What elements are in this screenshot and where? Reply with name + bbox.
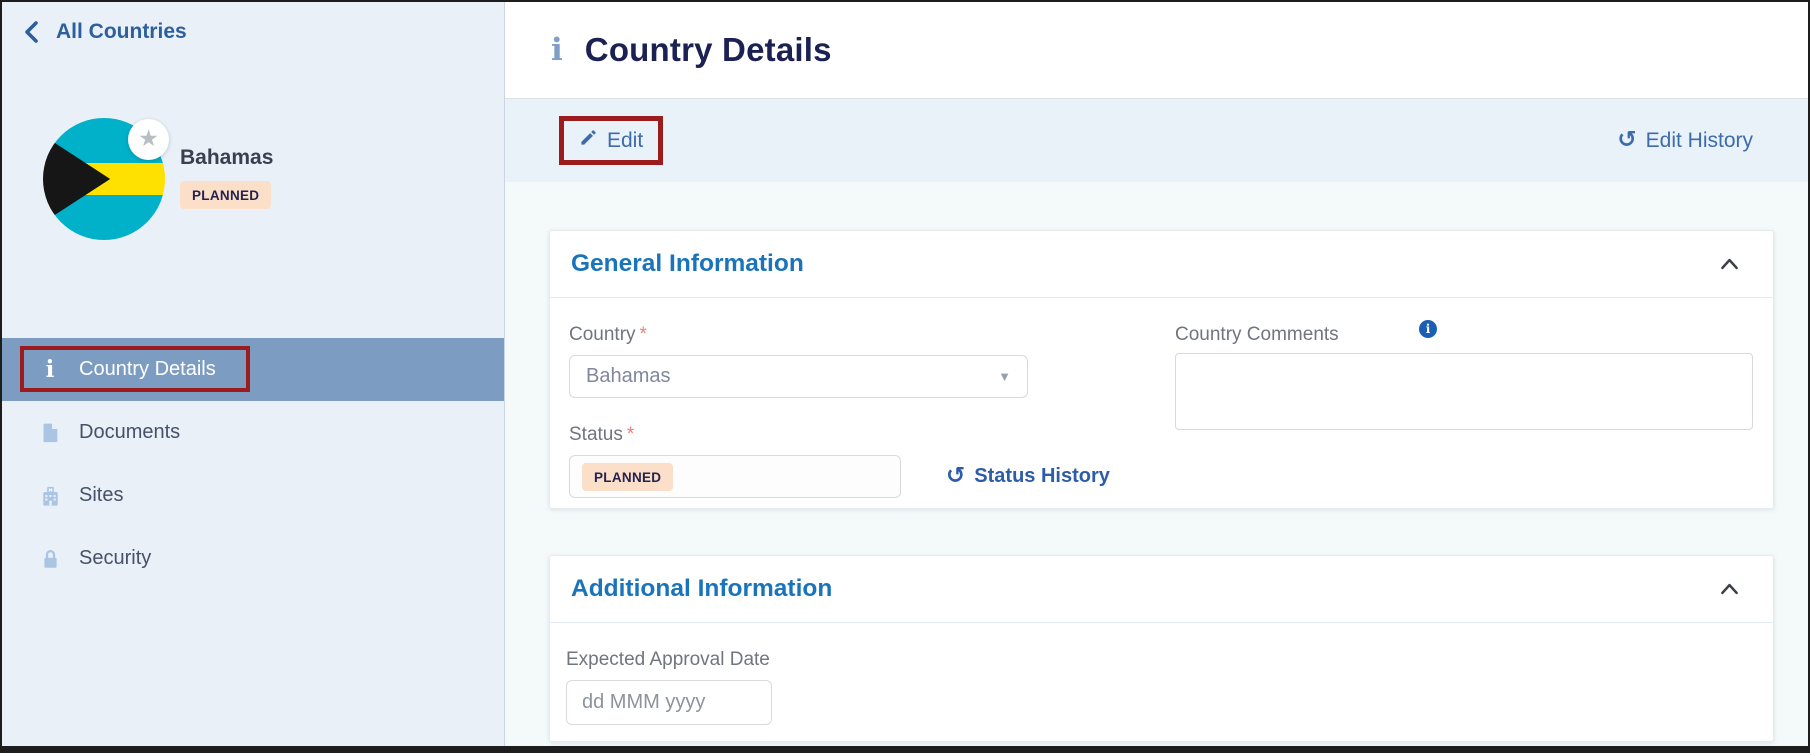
status-field-label: Status* xyxy=(569,424,1175,446)
expected-approval-date-input[interactable] xyxy=(566,680,772,725)
lock-icon xyxy=(38,547,62,571)
history-icon: ↺ xyxy=(946,464,965,487)
toolbar: Edit ↺ Edit History xyxy=(505,99,1808,182)
main-panel: i Country Details Edit ↺ Edit History xyxy=(505,2,1808,746)
bahamas-flag-avatar: ★ xyxy=(43,118,165,240)
back-link-label: All Countries xyxy=(56,20,187,44)
sidebar-item-sites[interactable]: Sites xyxy=(2,464,504,527)
sidebar-item-label: Sites xyxy=(79,484,123,507)
edit-button-label: Edit xyxy=(607,129,643,153)
country-select-value: Bahamas xyxy=(586,365,671,388)
sidebar-item-country-details[interactable]: i Country Details xyxy=(2,338,504,401)
sidebar-item-documents[interactable]: Documents xyxy=(2,401,504,464)
edit-history-button[interactable]: ↺ Edit History xyxy=(1617,129,1753,153)
pencil-icon xyxy=(579,128,598,153)
country-profile: ★ Bahamas PLANNED xyxy=(43,118,165,240)
annotation-box-edit: Edit xyxy=(559,116,663,165)
sidebar-nav: i Country Details Documents xyxy=(2,338,504,590)
required-marker: * xyxy=(627,424,634,445)
country-select[interactable]: Bahamas ▼ xyxy=(569,355,1028,398)
status-value-badge: PLANNED xyxy=(582,463,673,491)
content-area: General Information Country* Bahamas ▼ xyxy=(505,182,1808,746)
flag-black-triangle xyxy=(43,131,110,226)
section-title-general-information: General Information xyxy=(571,250,804,278)
country-comments-label: Country Comments xyxy=(1175,324,1339,346)
status-badge: PLANNED xyxy=(180,181,271,209)
status-history-label: Status History xyxy=(974,465,1110,488)
general-information-card: General Information Country* Bahamas ▼ xyxy=(549,230,1774,509)
info-icon: i xyxy=(551,32,563,68)
status-field: PLANNED xyxy=(569,455,901,498)
additional-information-card: Additional Information Expected Approval… xyxy=(549,555,1774,742)
status-history-button[interactable]: ↺ Status History xyxy=(946,465,1110,488)
app-window: All Countries ★ Bahamas PLANNED i Countr… xyxy=(0,0,1810,753)
country-comments-textarea[interactable] xyxy=(1175,353,1753,430)
info-tooltip-icon[interactable]: i xyxy=(1419,320,1437,338)
country-name: Bahamas xyxy=(180,146,480,170)
edit-history-label: Edit History xyxy=(1646,129,1753,153)
info-icon: i xyxy=(38,358,62,381)
sidebar-item-label: Documents xyxy=(79,421,180,444)
document-icon xyxy=(38,421,62,445)
sidebar-item-label: Country Details xyxy=(79,358,216,381)
sidebar-item-label: Security xyxy=(79,547,151,570)
section-title-additional-information: Additional Information xyxy=(571,575,832,603)
country-field-label: Country* xyxy=(569,324,1175,346)
edit-button[interactable]: Edit xyxy=(579,128,643,153)
building-icon xyxy=(38,484,62,508)
sidebar: All Countries ★ Bahamas PLANNED i Countr… xyxy=(2,2,505,746)
sidebar-item-security[interactable]: Security xyxy=(2,527,504,590)
chevron-down-icon: ▼ xyxy=(998,369,1011,384)
chevron-left-icon xyxy=(22,20,42,44)
page-title: Country Details xyxy=(585,31,832,69)
page-header: i Country Details xyxy=(505,2,1808,99)
collapse-chevron-icon[interactable] xyxy=(1720,257,1739,271)
history-icon: ↺ xyxy=(1617,128,1636,151)
required-marker: * xyxy=(640,324,647,345)
collapse-chevron-icon[interactable] xyxy=(1720,582,1739,596)
expected-approval-date-label: Expected Approval Date xyxy=(566,649,1751,671)
favorite-star-icon[interactable]: ★ xyxy=(128,119,169,160)
back-to-all-countries-link[interactable]: All Countries xyxy=(2,2,187,44)
